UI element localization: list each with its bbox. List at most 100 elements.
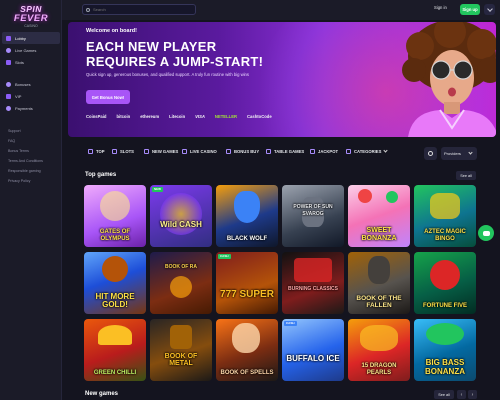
game-title: BOOK OF METAL bbox=[164, 353, 198, 367]
chevron-right-icon: › bbox=[471, 391, 474, 398]
new-games-see-all[interactable]: See all bbox=[434, 390, 454, 399]
logo[interactable]: SPIN FEVER CASINO bbox=[6, 4, 56, 32]
link-bonus-terms[interactable]: Bonus Terms bbox=[8, 146, 58, 156]
tab-table-games[interactable]: TABLE GAMES bbox=[266, 149, 304, 154]
star-icon bbox=[88, 149, 93, 154]
game-card[interactable]: BOOK OF THE FALLEN bbox=[348, 252, 410, 314]
topbar: Sign in Sign up bbox=[62, 0, 500, 20]
link-terms[interactable]: Terms And Conditions bbox=[8, 156, 58, 166]
game-search-button[interactable] bbox=[424, 147, 437, 160]
game-card[interactable]: NEW Wild CASH bbox=[150, 185, 212, 247]
seven-art bbox=[430, 260, 460, 290]
sidebar-item-vip[interactable]: VIP bbox=[2, 90, 60, 102]
game-card[interactable]: GREEN CHILLI bbox=[84, 319, 146, 381]
new-games-title: New games bbox=[85, 391, 119, 397]
game-card[interactable]: POWER OF SUN SVAROG bbox=[282, 185, 344, 247]
game-title: GATES OF OLYMPUS bbox=[99, 229, 131, 242]
get-bonus-button[interactable]: Get Bonus Now! bbox=[86, 90, 130, 104]
new-icon bbox=[144, 149, 149, 154]
footer-links: Support FAQ Bonus Terms Terms And Condit… bbox=[8, 126, 58, 186]
tab-label: SLOTS bbox=[120, 149, 134, 154]
sidebar-item-label: Payments bbox=[15, 105, 33, 111]
tab-slots[interactable]: SLOTS bbox=[112, 149, 134, 154]
game-card[interactable]: BLACK WOLF bbox=[216, 185, 278, 247]
providers-select[interactable]: Providers bbox=[441, 147, 477, 160]
cashtocode-logo: CashtoCode bbox=[247, 114, 272, 119]
sidebar-item-lobby[interactable]: Lobby bbox=[2, 32, 60, 44]
hero-banner: Welcome on board! EACH NEW PLAYER REQUIR… bbox=[68, 22, 496, 137]
game-card[interactable]: BOOK OF RA bbox=[150, 252, 212, 314]
tab-new-games[interactable]: NEW GAMES bbox=[144, 149, 178, 154]
game-art bbox=[100, 191, 130, 221]
tab-label: LIVE CASINO bbox=[190, 149, 217, 154]
tab-live-casino[interactable]: LIVE CASINO bbox=[182, 149, 217, 154]
link-privacy[interactable]: Privacy Policy bbox=[8, 176, 58, 186]
game-card[interactable]: 15 DRAGON PEARLS bbox=[348, 319, 410, 381]
chevron-down-icon bbox=[468, 150, 473, 155]
game-art bbox=[430, 193, 460, 219]
game-title: BLACK WOLF bbox=[226, 235, 268, 242]
game-title: Wild CASH bbox=[160, 220, 202, 229]
game-card[interactable]: CASH 777 SUPER bbox=[216, 252, 278, 314]
chevron-down-icon bbox=[383, 148, 389, 153]
tab-categories[interactable]: CATEGORIES bbox=[346, 148, 389, 154]
search-input[interactable] bbox=[93, 7, 173, 12]
game-title: BOOK OF RA bbox=[165, 263, 197, 270]
game-card[interactable]: SWEET BONANZA bbox=[348, 185, 410, 247]
slots-icon bbox=[6, 59, 11, 65]
sidebar-item-payments[interactable]: Payments bbox=[2, 102, 60, 114]
payment-methods: CoinsPaid bitcoin ethereum Litecoin VISA… bbox=[86, 114, 272, 119]
link-responsible-gaming[interactable]: Responsible gaming bbox=[8, 166, 58, 176]
prev-arrow-button[interactable]: ‹ bbox=[457, 390, 466, 399]
game-title: AZTEC MAGIC BINGO bbox=[424, 229, 466, 242]
tab-jackpot[interactable]: JACKPOT bbox=[310, 149, 338, 154]
sidebar-item-label: Bonuses bbox=[15, 81, 31, 87]
game-card[interactable]: GATES OF OLYMPUS bbox=[84, 185, 146, 247]
sidebar-item-live-games[interactable]: Live Games bbox=[2, 44, 60, 56]
tab-label: JACKPOT bbox=[318, 149, 339, 154]
game-card[interactable]: BIG BASS BONANZA bbox=[414, 319, 476, 381]
wolf-art bbox=[234, 191, 260, 223]
game-card[interactable]: AZTEC MAGIC BINGO bbox=[414, 185, 476, 247]
signin-link[interactable]: Sign in bbox=[434, 5, 447, 10]
game-title: POWER OF SUN SVAROG bbox=[293, 204, 333, 217]
tab-bonus-buy[interactable]: BONUS BUY bbox=[226, 149, 259, 154]
next-arrow-button[interactable]: › bbox=[468, 390, 477, 399]
search-box[interactable] bbox=[82, 4, 196, 15]
game-card[interactable]: FORTUNE FIVE bbox=[414, 252, 476, 314]
candy-art bbox=[386, 191, 398, 203]
cards-icon bbox=[266, 149, 271, 154]
neteller-logo: NETELLER bbox=[214, 114, 238, 119]
hero-subtitle: Quick sign up, generous bonuses, and qua… bbox=[86, 72, 249, 77]
top-games-see-all[interactable]: See all bbox=[456, 171, 476, 180]
game-card[interactable]: CASH BUFFALO ICE bbox=[282, 319, 344, 381]
logo-line-3: CASINO bbox=[24, 24, 38, 28]
game-title: 15 DRAGON PEARLS bbox=[361, 363, 397, 376]
signup-button[interactable]: Sign up bbox=[460, 4, 480, 15]
tab-top[interactable]: TOP bbox=[88, 149, 105, 154]
sidebar-nav-main: Lobby Live Games Slots bbox=[0, 32, 62, 68]
game-title: BOOK OF THE FALLEN bbox=[356, 295, 402, 309]
providers-label: Providers bbox=[444, 151, 461, 156]
language-selector[interactable] bbox=[484, 4, 495, 15]
sidebar-item-slots[interactable]: Slots bbox=[2, 56, 60, 68]
search-icon bbox=[428, 151, 433, 156]
sidebar-item-bonuses[interactable]: Bonuses bbox=[2, 78, 60, 90]
game-card[interactable]: BOOK OF METAL bbox=[150, 319, 212, 381]
game-card[interactable]: BOOK OF SPELLS bbox=[216, 319, 278, 381]
chat-icon bbox=[482, 230, 490, 236]
game-badge: CASH bbox=[284, 321, 297, 326]
game-art bbox=[170, 276, 192, 298]
game-title: BIG BASS BONANZA bbox=[425, 358, 465, 376]
game-card[interactable]: HIT MORE GOLD! bbox=[84, 252, 146, 314]
gift-icon bbox=[6, 81, 11, 87]
game-title: HIT MORE GOLD! bbox=[95, 292, 135, 309]
chat-button[interactable] bbox=[478, 225, 494, 241]
bitcoin-logo: bitcoin bbox=[116, 114, 131, 119]
game-card[interactable]: BURNING CLASSICS bbox=[282, 252, 344, 314]
game-title: GREEN CHILLI bbox=[93, 369, 137, 376]
fish-art bbox=[426, 323, 464, 345]
link-support[interactable]: Support bbox=[8, 126, 58, 136]
tab-label: NEW GAMES bbox=[152, 149, 179, 154]
link-faq[interactable]: FAQ bbox=[8, 136, 58, 146]
